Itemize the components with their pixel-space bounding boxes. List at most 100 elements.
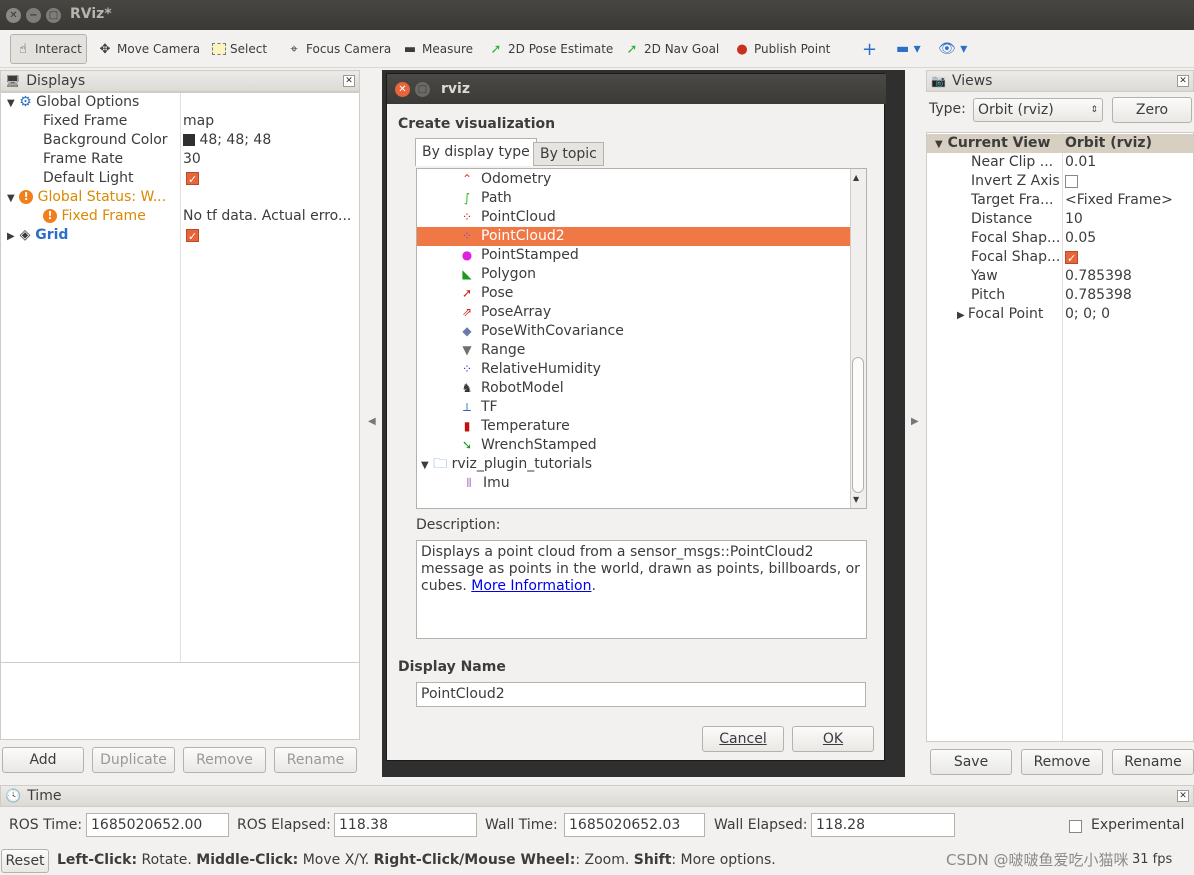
grid-row[interactable]: ▶ ◈ Grid — [7, 226, 68, 245]
display-type-item[interactable]: ◣ Polygon — [417, 265, 850, 284]
global-options-row[interactable]: ▼ ⚙ Global Options — [7, 93, 139, 112]
ros-time-field[interactable]: 1685020652.00 — [86, 813, 229, 837]
fixed-frame-warning-row[interactable]: ! Fixed Frame — [43, 207, 146, 226]
view-prop-value[interactable]: 0.785398 — [1065, 286, 1132, 305]
add-display-button[interactable]: Add — [2, 747, 84, 773]
view-prop-label: Near Clip ... — [971, 154, 1054, 170]
close-window-icon[interactable]: ✕ — [6, 8, 21, 23]
frame-rate-value[interactable]: 30 — [183, 150, 201, 169]
display-name-input[interactable]: PointCloud2 — [416, 682, 866, 707]
path-icon: ∫ — [463, 191, 471, 205]
close-views-icon[interactable]: ✕ — [1177, 75, 1189, 87]
view-prop-value[interactable]: 0; 0; 0 — [1065, 305, 1110, 324]
view-type-label: Type: — [929, 101, 966, 117]
global-status-row[interactable]: ▼ ! Global Status: W... — [7, 188, 166, 207]
nav-goal-tool-button[interactable]: ➚ 2D Nav Goal — [620, 34, 723, 64]
view-type-select[interactable]: Orbit (rviz) ⇕ — [973, 98, 1103, 122]
collapse-right-icon[interactable]: ▶ — [911, 416, 919, 427]
display-type-item[interactable]: ∫ Path — [417, 189, 850, 208]
collapse-left-icon[interactable]: ◀ — [368, 416, 376, 427]
invert-z-checkbox[interactable] — [1065, 172, 1078, 191]
wall-elapsed-field[interactable]: 118.28 — [811, 813, 955, 837]
view-prop-value[interactable]: 10 — [1065, 210, 1083, 229]
current-view-row[interactable]: ▼ Current View Orbit (rviz) — [927, 134, 1193, 153]
collapse-arrow-icon[interactable]: ▼ — [7, 193, 15, 204]
view-prop-value[interactable]: 0.785398 — [1065, 267, 1132, 286]
cancel-button[interactable]: Cancel — [702, 726, 784, 752]
window-title: RViz* — [70, 6, 112, 22]
display-type-item[interactable]: ⇗ PoseArray — [417, 303, 850, 322]
display-type-item[interactable]: ⁘ PointCloud — [417, 208, 850, 227]
folder-icon: 🗀 — [433, 456, 448, 472]
display-type-item[interactable]: ● PointStamped — [417, 246, 850, 265]
move-camera-icon: ✥ — [99, 41, 111, 57]
select-tool-button[interactable]: Select — [208, 34, 271, 64]
view-prop-value[interactable]: 0.05 — [1065, 229, 1096, 248]
minimize-window-icon[interactable]: − — [26, 8, 41, 23]
measure-tool-button[interactable]: ▬ Measure — [398, 34, 477, 64]
expand-arrow-icon[interactable]: ▶ — [7, 231, 15, 242]
display-type-item[interactable]: ◆ PoseWithCovariance — [417, 322, 850, 341]
imu-icon: ⦀ — [466, 476, 472, 490]
collapse-arrow-icon[interactable]: ▼ — [7, 98, 15, 109]
focus-camera-tool-button[interactable]: ⌖ Focus Camera — [282, 34, 395, 64]
eye-icon[interactable]: 👁 ▾ — [934, 34, 971, 64]
display-type-item[interactable]: ▮ Temperature — [417, 417, 850, 436]
grid-checkbox[interactable] — [186, 226, 199, 246]
close-time-icon[interactable]: ✕ — [1177, 790, 1189, 802]
scroll-down-icon[interactable]: ▼ — [853, 495, 859, 504]
display-type-item[interactable]: ♞ RobotModel — [417, 379, 850, 398]
reset-button[interactable]: Reset — [1, 849, 49, 873]
tab-by-display-type[interactable]: By display type — [415, 138, 537, 166]
scroll-up-icon[interactable]: ▲ — [853, 173, 859, 182]
add-tool-icon[interactable]: + — [858, 34, 881, 64]
rename-display-button[interactable]: Rename — [274, 747, 357, 773]
zero-button[interactable]: Zero — [1112, 97, 1192, 123]
remove-view-button[interactable]: Remove — [1021, 749, 1103, 775]
save-view-button[interactable]: Save — [930, 749, 1012, 775]
fixed-frame-value[interactable]: map — [183, 112, 214, 131]
display-type-item[interactable]: ➘ WrenchStamped — [417, 436, 850, 455]
display-type-item[interactable]: ⁘ PointCloud2 — [417, 227, 850, 246]
publish-point-tool-button[interactable]: ● Publish Point — [730, 34, 834, 64]
display-type-item[interactable]: ⌃ Odometry — [417, 170, 850, 189]
display-type-item[interactable]: ➚ Pose — [417, 284, 850, 303]
tab-by-topic[interactable]: By topic — [533, 142, 604, 166]
move-camera-tool-button[interactable]: ✥ Move Camera — [93, 34, 204, 64]
view-prop-label: Pitch — [971, 287, 1006, 303]
close-displays-icon[interactable]: ✕ — [343, 75, 355, 87]
dialog-maximize-icon[interactable]: □ — [415, 82, 430, 97]
background-color-value[interactable]: 48; 48; 48 — [183, 131, 271, 150]
display-description-box — [0, 662, 360, 740]
wall-time-field[interactable]: 1685020652.03 — [564, 813, 705, 837]
scroll-thumb[interactable] — [852, 357, 864, 493]
collapse-arrow-icon[interactable]: ▼ — [935, 139, 943, 150]
rename-view-button[interactable]: Rename — [1112, 749, 1194, 775]
more-information-link[interactable]: More Information — [471, 578, 591, 594]
maximize-window-icon[interactable]: □ — [46, 8, 61, 23]
expand-arrow-icon[interactable]: ▶ — [957, 310, 968, 321]
dialog-close-icon[interactable]: ✕ — [395, 82, 410, 97]
view-prop-label: Focal Shap... — [971, 249, 1061, 265]
collapse-arrow-icon[interactable]: ▼ — [421, 460, 429, 471]
focal-shape-fixed-checkbox[interactable] — [1065, 248, 1078, 268]
view-prop-value[interactable]: 0.01 — [1065, 153, 1096, 172]
duplicate-display-button[interactable]: Duplicate — [92, 747, 175, 773]
display-type-item[interactable]: ▼ Range — [417, 341, 850, 360]
display-type-item[interactable]: ⟂ TF — [417, 398, 850, 417]
ok-button[interactable]: OK — [792, 726, 874, 752]
pose-estimate-tool-button[interactable]: ➚ 2D Pose Estimate — [484, 34, 617, 64]
description-label: Description: — [416, 517, 501, 533]
plugin-folder-row[interactable]: ▼ 🗀 rviz_plugin_tutorials — [421, 455, 592, 475]
remove-tool-icon[interactable]: ▬ ▾ — [892, 34, 925, 64]
default-light-checkbox[interactable] — [186, 169, 199, 189]
main-toolbar: ☝ Interact ✥ Move Camera Select ⌖ Focus Cam… — [0, 30, 1194, 68]
interact-tool-button[interactable]: ☝ Interact — [10, 34, 87, 64]
remove-display-button[interactable]: Remove — [183, 747, 266, 773]
imu-row[interactable]: ⦀ Imu — [461, 474, 509, 493]
view-prop-value[interactable]: <Fixed Frame> — [1065, 191, 1173, 210]
ros-elapsed-field[interactable]: 118.38 — [334, 813, 477, 837]
experimental-checkbox[interactable] — [1069, 818, 1082, 834]
list-scrollbar[interactable]: ▲ ▼ — [850, 169, 866, 508]
display-type-item[interactable]: ⁘ RelativeHumidity — [417, 360, 850, 379]
